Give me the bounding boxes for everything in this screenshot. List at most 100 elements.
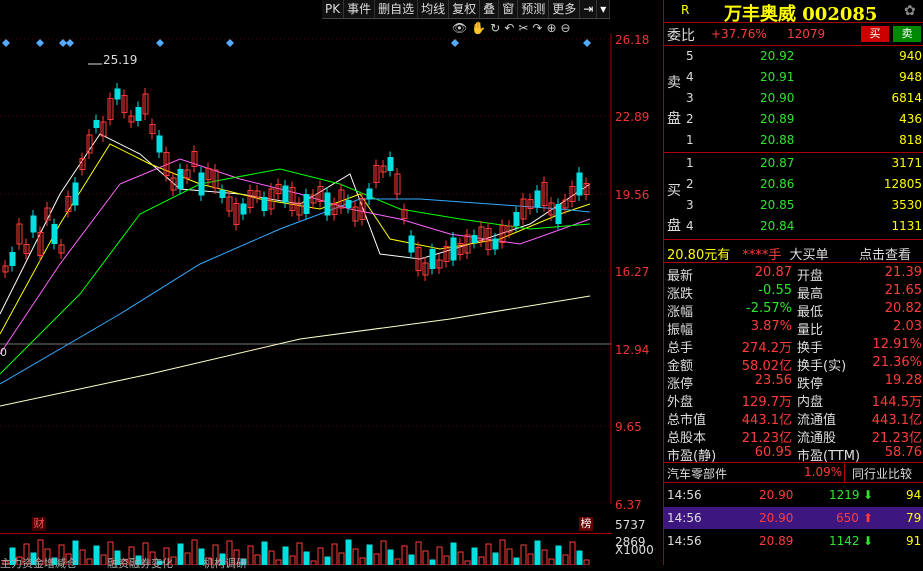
zoom-out-icon[interactable]: ⊖	[561, 21, 571, 35]
stat-v2: 12.91%	[872, 337, 922, 352]
webi-diff: 12079	[787, 27, 826, 41]
kline-chart[interactable]: 25.19 0	[0, 34, 612, 504]
volume-bar	[520, 544, 527, 565]
ask-row[interactable]: 5 20.92 940	[684, 46, 923, 67]
tick-row[interactable]: 14:56 20.90 1219 ⬇ 94	[664, 484, 923, 506]
arrow-up-icon: ⬆	[863, 511, 874, 525]
candle-body	[93, 120, 100, 128]
stat-l: 总股本	[667, 431, 707, 446]
toolbar-window[interactable]: 窗	[499, 0, 519, 18]
stat-v2: 443.1亿	[871, 413, 922, 428]
sector-compare[interactable]: 同行业比较	[852, 465, 912, 482]
candle-body	[471, 235, 478, 243]
bid-row[interactable]: 1 20.87 3171	[684, 153, 923, 174]
toolbar-adjust[interactable]: 复权	[449, 0, 481, 18]
stat-v2: 21.65	[884, 283, 922, 298]
stat-l2: 量比	[797, 323, 824, 338]
ask-row[interactable]: 1 20.88 818	[684, 130, 923, 151]
stat-v: 129.7万	[741, 395, 792, 410]
volume-bar	[555, 545, 562, 565]
toolbar-remove-watchlist[interactable]: 删自选	[375, 0, 419, 18]
bid-row[interactable]: 2 20.86 12805	[684, 174, 923, 195]
tab-margin[interactable]: 融资融券变化	[107, 555, 173, 571]
candle-body	[408, 235, 415, 253]
scissors-icon[interactable]: ✂	[518, 21, 528, 35]
tab-research[interactable]: 机构调研	[203, 555, 247, 571]
redo-icon[interactable]: ↷	[532, 21, 542, 35]
event-diamond	[156, 39, 164, 47]
toolbar-moving-average[interactable]: 均线	[418, 0, 450, 18]
ma250-line	[0, 295, 591, 407]
price-tick: 12.94	[615, 343, 650, 357]
tick-row[interactable]: 14:56 20.89 1142 ⬇ 91	[664, 530, 923, 552]
stat-v2: 58.76	[884, 445, 922, 460]
candle-body	[492, 238, 499, 250]
volume-bar	[345, 539, 352, 565]
candle-body	[240, 203, 247, 215]
big-order-link[interactable]: 点击查看	[859, 244, 911, 263]
tab-main-fund[interactable]: 主力资金增减仓	[0, 555, 77, 571]
stat-l2: 流通值	[797, 413, 837, 428]
tick-row[interactable]: 14:56 20.90 650 ⬆ 79	[664, 507, 923, 529]
zoom-in-icon[interactable]: ⊕	[546, 21, 556, 35]
volume-bar	[450, 542, 457, 565]
toolbar-overlay[interactable]: 叠	[480, 0, 500, 18]
stat-v: 60.95	[754, 445, 792, 460]
max-price-label: 25.19	[103, 53, 137, 67]
volume-bar	[261, 541, 268, 565]
candle-body	[534, 190, 541, 208]
sell-button[interactable]: 卖	[893, 26, 921, 42]
price-tick: 26.18	[615, 33, 650, 47]
bid-row[interactable]: 3 20.85 3530	[684, 195, 923, 216]
toolbar-forecast[interactable]: 预测	[518, 0, 550, 18]
event-diamond	[451, 39, 459, 47]
toolbar-more[interactable]: 更多	[549, 0, 581, 18]
candle-body	[30, 215, 37, 233]
eye-icon[interactable]: 👁	[452, 21, 467, 35]
toolbar-pk[interactable]: PK	[322, 0, 345, 18]
arrow-down-icon: ⬇	[863, 534, 874, 548]
ask-row[interactable]: 3 20.90 6814	[684, 88, 923, 109]
price-tick: 22.89	[615, 110, 650, 124]
sector-name[interactable]: 汽车零部件	[667, 465, 727, 482]
refresh-icon[interactable]: ↻	[490, 21, 500, 35]
ask-row[interactable]: 4 20.91 948	[684, 67, 923, 88]
candle-body	[9, 252, 16, 266]
hand-icon[interactable]: ✋	[471, 21, 486, 35]
volume-bar	[401, 545, 408, 565]
stat-v: 23.56	[754, 373, 792, 388]
bid-row[interactable]: 4 20.84 1131	[684, 216, 923, 237]
buy-button[interactable]: 买	[861, 26, 889, 42]
arrow-down-icon: ⬇	[863, 488, 874, 502]
undo-icon[interactable]: ↶	[504, 21, 514, 35]
big-order-row[interactable]: 20.80元有 ****手 大买单	[667, 244, 829, 263]
stat-v: 58.02亿	[741, 359, 792, 374]
candle-body	[135, 107, 142, 121]
volume-bar	[513, 557, 520, 565]
stat-v: 21.23亿	[741, 431, 792, 446]
price-tick: 19.56	[615, 188, 650, 202]
event-markers	[2, 39, 591, 47]
candle-body	[114, 88, 121, 100]
ranking-marker[interactable]: 榜	[579, 517, 593, 531]
gear-icon[interactable]: ✿	[904, 3, 916, 19]
toolbar-events[interactable]: 事件	[344, 0, 376, 18]
volume-bar	[485, 543, 492, 565]
collapse-panel-icon[interactable]: ⇥	[580, 0, 598, 18]
stat-v: 274.2万	[741, 341, 792, 356]
chevron-down-icon[interactable]: ▾	[597, 0, 611, 18]
candle-body	[513, 212, 520, 226]
volume-bar	[562, 554, 569, 565]
volume-bar	[247, 545, 254, 565]
volume-bar	[569, 541, 576, 565]
bottom-tabs: 主力资金增减仓 融资融券变化 机构调研	[0, 555, 247, 571]
financial-report-marker[interactable]: 财	[32, 517, 46, 531]
event-diamond	[2, 39, 10, 47]
ask-row[interactable]: 2 20.89 436	[684, 109, 923, 130]
stat-l2: 换手	[797, 341, 824, 356]
candle-body	[198, 172, 205, 196]
chart-grid	[0, 34, 612, 504]
volume-bar	[359, 557, 366, 565]
stat-l2: 最低	[797, 305, 824, 320]
stat-l2: 内盘	[797, 395, 824, 410]
